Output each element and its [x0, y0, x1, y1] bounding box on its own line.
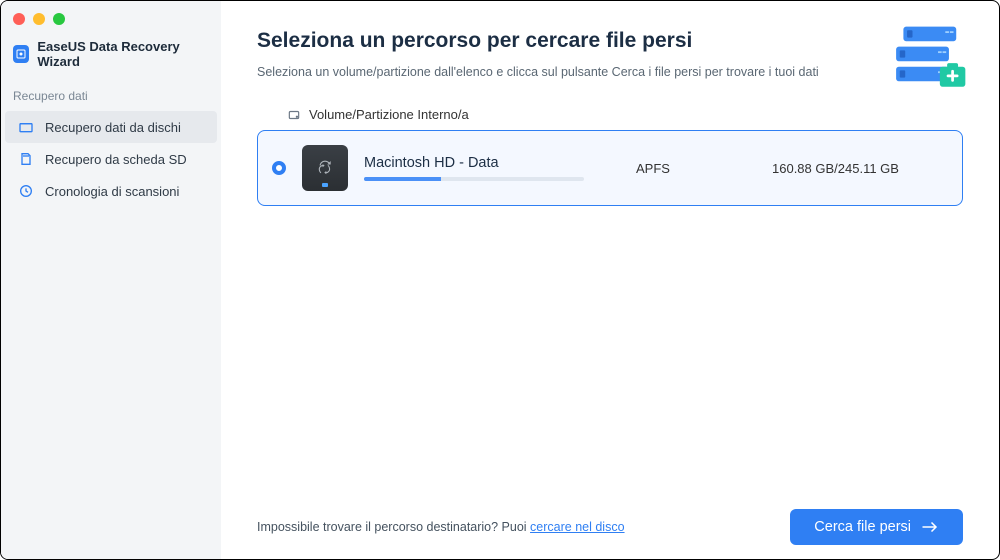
sidebar-section-label: Recupero dati	[1, 83, 221, 111]
footer-prefix: Impossibile trovare il percorso destinat…	[257, 520, 530, 534]
sidebar: EaseUS Data Recovery Wizard Recupero dat…	[1, 1, 221, 559]
history-icon	[17, 183, 35, 199]
hero-illustration-icon	[887, 23, 969, 93]
sidebar-item-recover-sd[interactable]: Recupero da scheda SD	[5, 143, 217, 175]
footer: Impossibile trovare il percorso destinat…	[221, 509, 999, 545]
app-window: EaseUS Data Recovery Wizard Recupero dat…	[0, 0, 1000, 560]
sidebar-item-recover-disks[interactable]: Recupero dati da dischi	[5, 111, 217, 143]
sidebar-item-label: Cronologia di scansioni	[45, 184, 179, 199]
sidebar-item-label: Recupero da scheda SD	[45, 152, 187, 167]
minimize-window-icon[interactable]	[33, 13, 45, 25]
volume-size: 160.88 GB/245.11 GB	[772, 161, 942, 176]
internal-drive-icon	[287, 108, 301, 122]
app-title-text: EaseUS Data Recovery Wizard	[37, 39, 209, 69]
volume-filesystem: APFS	[636, 161, 756, 176]
volume-group-label: Volume/Partizione Interno/a	[287, 107, 963, 122]
close-window-icon[interactable]	[13, 13, 25, 25]
disk-icon	[17, 119, 35, 135]
window-controls	[1, 9, 221, 35]
maximize-window-icon[interactable]	[53, 13, 65, 25]
search-lost-files-button[interactable]: Cerca file persi	[790, 509, 963, 545]
sd-card-icon	[17, 151, 35, 167]
app-logo-icon	[13, 45, 29, 63]
hard-drive-icon	[302, 145, 348, 191]
volume-usage-bar	[364, 177, 584, 181]
arrow-right-icon	[921, 520, 939, 534]
page-subheading: Seleziona un volume/partizione dall'elen…	[257, 65, 963, 79]
radio-selected-icon[interactable]	[272, 161, 286, 175]
cta-label: Cerca file persi	[814, 519, 911, 535]
volume-row[interactable]: Macintosh HD - Data APFS 160.88 GB/245.1…	[257, 130, 963, 206]
search-disk-link[interactable]: cercare nel disco	[530, 520, 625, 534]
sidebar-item-scan-history[interactable]: Cronologia di scansioni	[5, 175, 217, 207]
page-heading: Seleziona un percorso per cercare file p…	[257, 29, 963, 53]
volume-name: Macintosh HD - Data	[364, 155, 604, 171]
sidebar-item-label: Recupero dati da dischi	[45, 120, 181, 135]
main-panel: Seleziona un percorso per cercare file p…	[221, 1, 999, 559]
footer-help-text: Impossibile trovare il percorso destinat…	[257, 520, 625, 534]
volume-group-text: Volume/Partizione Interno/a	[309, 107, 469, 122]
app-title: EaseUS Data Recovery Wizard	[1, 35, 221, 83]
volume-meta: Macintosh HD - Data	[364, 155, 604, 181]
